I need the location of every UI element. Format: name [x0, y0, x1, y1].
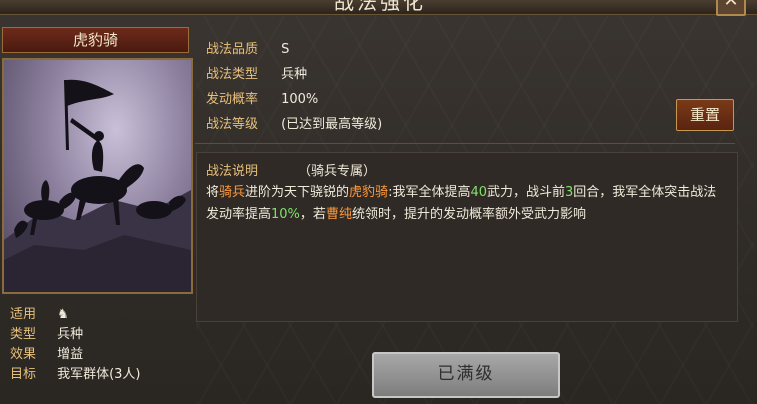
stat-type-row: 类型 兵种 — [10, 324, 83, 342]
description-segment: 10% — [271, 207, 300, 222]
level-label: 战法等级 — [206, 117, 259, 132]
stat-type-label: 类型 — [10, 327, 37, 342]
cavalry-silhouette-illustration — [4, 79, 191, 292]
close-icon: ✕ — [723, 0, 739, 11]
description-title: 战法说明 — [206, 164, 259, 179]
apply-label: 适用 — [10, 307, 37, 322]
effect-label: 效果 — [10, 347, 37, 362]
description-subtitle: （骑兵专属） — [298, 164, 377, 179]
target-row: 目标 我军群体(3人) — [10, 364, 141, 382]
description-segment: 骑兵 — [219, 185, 246, 200]
quality-row: 战法品质 S — [206, 38, 289, 58]
horse-icon: ♞ — [57, 307, 69, 322]
apply-row: 适用 ♞ — [10, 304, 69, 322]
effect-value: 增益 — [57, 347, 84, 362]
close-button[interactable]: ✕ — [716, 0, 746, 16]
section-divider — [195, 143, 735, 144]
description-segment: 虎豹骑 — [349, 185, 389, 200]
dialog-title: 战法强化 — [334, 0, 426, 14]
type-row: 战法类型 兵种 — [206, 63, 307, 83]
description-segment: 将 — [206, 185, 220, 200]
target-value: 我军群体(3人) — [57, 367, 141, 382]
quality-value: S — [281, 42, 290, 57]
description-text: 将骑兵进阶为天下骁锐的虎豹骑:我军全体提高40武力，战斗前3回合，我军全体突击战… — [206, 182, 726, 226]
description-segment: :我军全体提高 — [388, 185, 471, 200]
stat-type-value: 兵种 — [57, 327, 84, 342]
chance-row: 发动概率 100% — [206, 88, 318, 108]
hero-name-plate: 虎豹骑 — [2, 27, 189, 53]
type-label: 战法类型 — [206, 67, 259, 82]
level-value: (已达到最高等级) — [281, 117, 383, 132]
description-segment: ，若 — [299, 207, 326, 222]
max-level-button[interactable]: 已满级 — [372, 352, 560, 398]
description-segment: 40 — [470, 185, 487, 200]
quality-label: 战法品质 — [206, 42, 259, 57]
tactic-upgrade-dialog: 战法强化 ✕ 虎豹骑 战法品质 S 战法类型 兵种 发动概率 100% 战法等级… — [0, 0, 757, 404]
description-segment: 武力，战斗前 — [487, 185, 566, 200]
description-panel — [196, 152, 738, 322]
description-segment: 曹纯 — [325, 207, 352, 222]
description-segment: 统领时，提升的发动概率额外受武力影响 — [351, 207, 586, 222]
target-label: 目标 — [10, 367, 37, 382]
description-segment: 进阶为天下骁锐的 — [245, 185, 350, 200]
chance-label: 发动概率 — [206, 92, 259, 107]
level-row: 战法等级 (已达到最高等级) — [206, 113, 382, 133]
tactic-portrait-image — [2, 58, 193, 294]
effect-row: 效果 增益 — [10, 344, 83, 362]
chance-value: 100% — [281, 92, 319, 107]
reset-button[interactable]: 重置 — [676, 99, 734, 131]
type-value: 兵种 — [281, 67, 308, 82]
